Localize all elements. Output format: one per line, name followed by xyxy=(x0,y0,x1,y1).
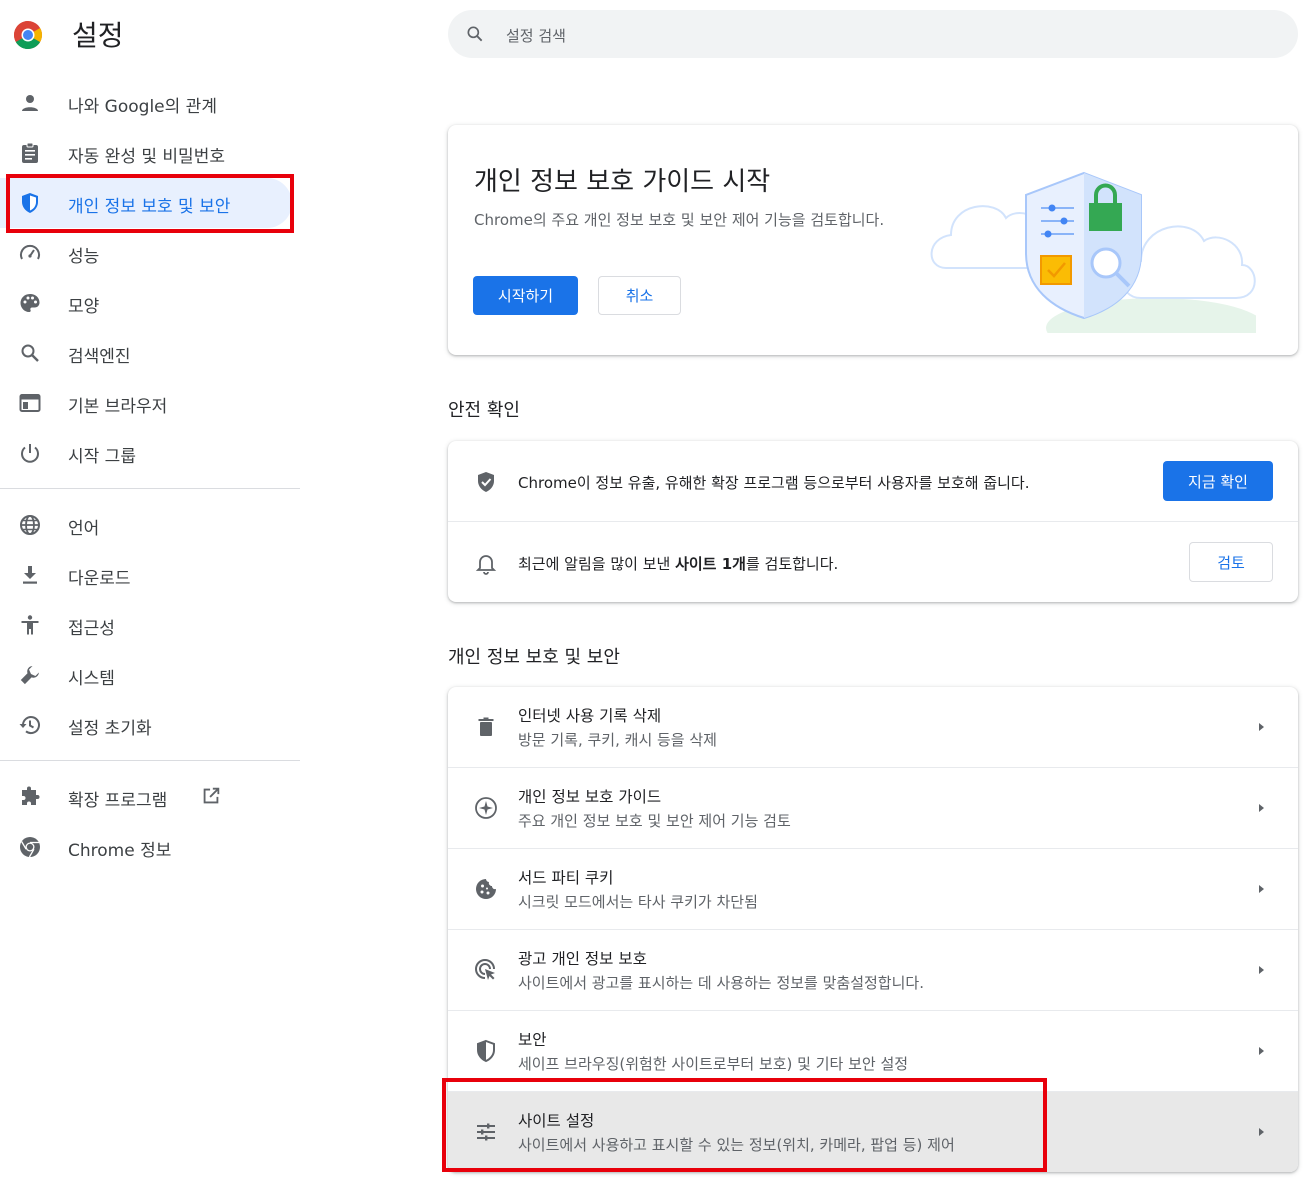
clipboard-icon xyxy=(22,142,38,163)
sidebar-item-label: 개인 정보 보호 및 보안 xyxy=(68,197,231,217)
ad-privacy-row[interactable]: 광고 개인 정보 보호 사이트에서 광고를 표시하는 데 사용하는 정보를 맞춤… xyxy=(448,930,1298,1011)
sidebar-item-label: 시작 그룹 xyxy=(68,447,136,467)
search-bar[interactable]: 설정 검색 xyxy=(448,10,1298,58)
browser-window-icon xyxy=(19,394,41,412)
sidebar-item-about-chrome[interactable]: Chrome 정보 xyxy=(0,822,292,872)
puzzle-icon xyxy=(22,786,40,805)
shield-icon xyxy=(22,193,38,213)
sidebar-item-label: 시스템 xyxy=(68,669,115,689)
sidebar-item-label: 설정 초기화 xyxy=(68,719,152,739)
sliders-icon xyxy=(477,1123,495,1141)
promo-description: Chrome의 주요 개인 정보 보호 및 보안 제어 기능을 검토합니다. xyxy=(474,211,885,229)
speedometer-icon xyxy=(20,244,40,260)
shield-check-icon xyxy=(478,472,494,492)
sidebar-item-default-browser[interactable]: 기본 브라우저 xyxy=(0,378,292,428)
globe-icon xyxy=(20,515,40,535)
chevron-right-icon xyxy=(1259,1128,1264,1136)
search-input[interactable]: 설정 검색 xyxy=(506,25,566,46)
ad-target-icon xyxy=(475,959,495,980)
chevron-right-icon xyxy=(1259,966,1264,974)
sidebar-item-label: 언어 xyxy=(68,519,100,539)
third-party-cookies-row[interactable]: 서드 파티 쿠키 시크릿 모드에서는 타사 쿠키가 차단됨 xyxy=(448,849,1298,930)
sidebar-item-you-and-google[interactable]: 나와 Google의 관계 xyxy=(0,78,292,128)
sidebar-item-search-engine[interactable]: 검색엔진 xyxy=(0,328,292,378)
trash-icon xyxy=(478,717,494,736)
wrench-icon xyxy=(20,666,39,685)
sidebar-item-label: 다운로드 xyxy=(68,569,131,589)
open-in-new-icon xyxy=(203,787,220,804)
search-icon xyxy=(21,344,39,362)
sidebar-item-label: 접근성 xyxy=(68,619,115,639)
sidebar-item-label: 자동 완성 및 비밀번호 xyxy=(68,147,225,167)
sidebar-item-label: 성능 xyxy=(68,247,100,267)
sidebar-item-label: 기본 브라우저 xyxy=(68,397,168,417)
sidebar-item-accessibility[interactable]: 접근성 xyxy=(0,600,292,650)
compass-icon xyxy=(475,797,497,819)
notification-review-text: 최근에 알림을 많이 보낸 사이트 1개를 검토합니다. xyxy=(518,555,839,573)
chevron-right-icon xyxy=(1259,885,1264,893)
accessibility-icon xyxy=(21,615,39,635)
row-divider xyxy=(448,521,1298,522)
cancel-button[interactable]: 취소 xyxy=(598,276,681,315)
sidebar-divider xyxy=(0,760,300,761)
page-title: 설정 xyxy=(72,19,124,52)
privacy-guide-row[interactable]: 개인 정보 보호 가이드 주요 개인 정보 보호 및 보안 제어 기능 검토 xyxy=(448,768,1298,849)
sidebar-item-downloads[interactable]: 다운로드 xyxy=(0,550,292,600)
sidebar-item-label: 모양 xyxy=(68,297,100,317)
sidebar-item-label: 확장 프로그램 xyxy=(68,791,168,811)
chevron-right-icon xyxy=(1259,723,1264,731)
privacy-security-heading: 개인 정보 보호 및 보안 xyxy=(448,647,620,668)
review-button[interactable]: 검토 xyxy=(1189,542,1273,582)
chrome-icon xyxy=(20,837,40,858)
sidebar-item-appearance[interactable]: 모양 xyxy=(0,278,292,328)
safety-check-card: Chrome이 정보 유출, 유해한 확장 프로그램 등으로부터 사용자를 보호… xyxy=(448,441,1298,602)
sidebar-item-performance[interactable]: 성능 xyxy=(0,228,292,278)
chevron-right-icon xyxy=(1259,804,1264,812)
cookie-icon xyxy=(476,879,496,899)
sidebar-divider xyxy=(0,488,300,489)
privacy-security-card: 인터넷 사용 기록 삭제 방문 기록, 쿠키, 캐시 등을 삭제 개인 정보 보… xyxy=(448,687,1298,1172)
privacy-guide-illustration xyxy=(930,171,1256,333)
start-guide-button[interactable]: 시작하기 xyxy=(473,276,578,315)
security-row[interactable]: 보안 세이프 브라우징(위험한 사이트로부터 보호) 및 기타 보안 설정 xyxy=(448,1011,1298,1092)
clear-browsing-data-row[interactable]: 인터넷 사용 기록 삭제 방문 기록, 쿠키, 캐시 등을 삭제 xyxy=(448,687,1298,768)
shield-half-icon xyxy=(477,1039,495,1063)
site-settings-row[interactable]: 사이트 설정 사이트에서 사용하고 표시할 수 있는 정보(위치, 카메라, 팝… xyxy=(448,1092,1298,1172)
sidebar-item-reset-settings[interactable]: 설정 초기화 xyxy=(0,700,292,750)
safety-check-heading: 안전 확인 xyxy=(448,400,520,421)
sidebar-item-languages[interactable]: 언어 xyxy=(0,500,292,550)
sidebar-item-privacy[interactable]: 개인 정보 보호 및 보안 xyxy=(0,178,292,228)
restore-icon xyxy=(19,716,40,735)
sidebar-item-label: 검색엔진 xyxy=(68,347,131,367)
check-now-button[interactable]: 지금 확인 xyxy=(1163,461,1273,501)
sidebar-item-label: Chrome 정보 xyxy=(68,841,172,861)
chevron-right-icon xyxy=(1259,1047,1264,1055)
palette-icon xyxy=(20,294,40,312)
sidebar-item-autofill[interactable]: 자동 완성 및 비밀번호 xyxy=(0,128,292,178)
privacy-guide-promo-card: 개인 정보 보호 가이드 시작 Chrome의 주요 개인 정보 보호 및 보안… xyxy=(448,125,1298,355)
bell-icon xyxy=(475,555,497,575)
sidebar-item-extensions[interactable]: 확장 프로그램 xyxy=(0,772,292,822)
chrome-logo-icon xyxy=(14,21,42,49)
power-icon xyxy=(21,444,39,463)
sidebar: 나와 Google의 관계 자동 완성 및 비밀번호 개인 정보 보호 및 보안… xyxy=(0,78,300,872)
download-icon xyxy=(23,566,37,584)
person-icon xyxy=(22,95,38,111)
sidebar-item-on-startup[interactable]: 시작 그룹 xyxy=(0,428,292,478)
sidebar-item-label: 나와 Google의 관계 xyxy=(68,97,217,117)
sidebar-item-system[interactable]: 시스템 xyxy=(0,650,292,700)
safety-check-description: Chrome이 정보 유출, 유해한 확장 프로그램 등으로부터 사용자를 보호… xyxy=(518,474,1030,492)
search-icon xyxy=(467,26,483,42)
promo-title: 개인 정보 보호 가이드 시작 xyxy=(474,167,771,197)
